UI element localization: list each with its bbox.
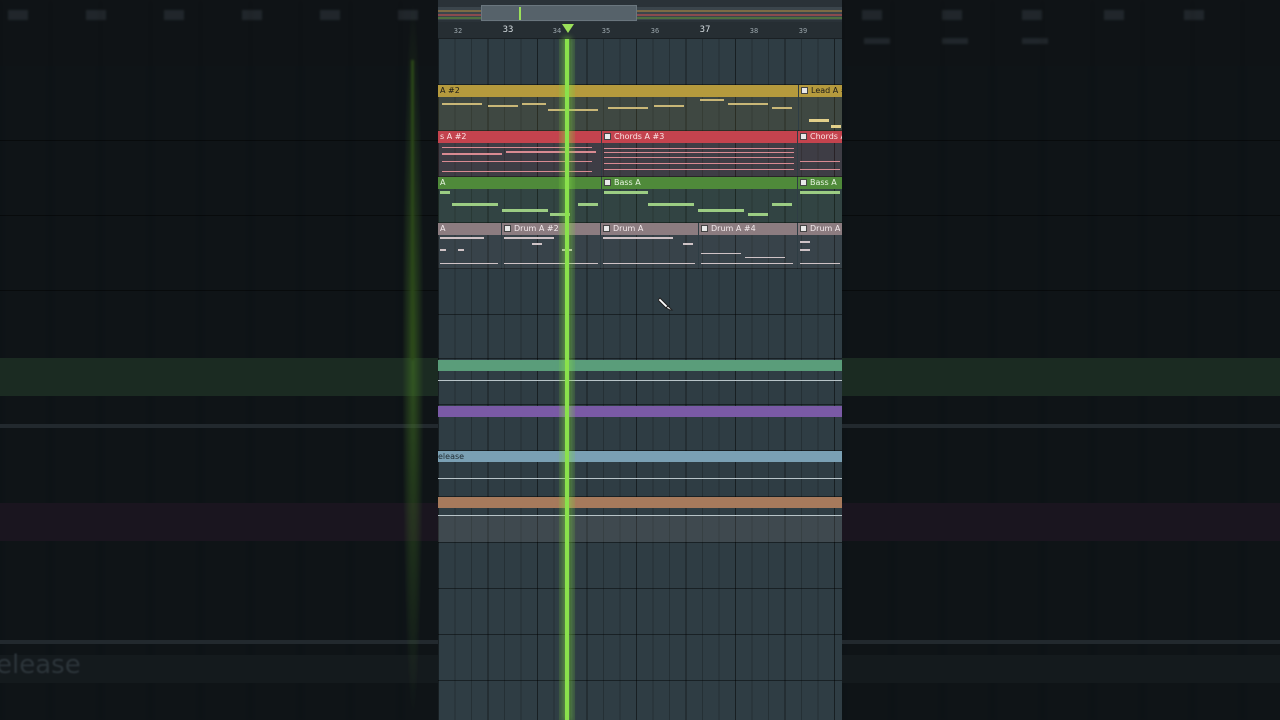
pattern-clip-icon bbox=[604, 179, 611, 186]
bar-number: 36 bbox=[650, 27, 660, 35]
clip-title: A bbox=[438, 223, 501, 235]
pencil-cursor-icon bbox=[658, 297, 674, 311]
timeline-ruler[interactable]: 32 33 34 35 36 37 38 39 bbox=[438, 22, 842, 39]
pattern-clip-lead[interactable]: Lead A # bbox=[799, 85, 842, 131]
clip-title: Drum A #4 bbox=[711, 224, 756, 233]
overview-playhead bbox=[519, 7, 521, 20]
pattern-clip-chords[interactable]: Chords A #3 bbox=[602, 131, 797, 177]
pattern-clip-drum[interactable]: Drum A bbox=[798, 223, 842, 269]
bar-number: 34 bbox=[552, 27, 562, 35]
clip-title: Lead A # bbox=[811, 86, 842, 95]
bar-number: 32 bbox=[453, 27, 463, 35]
playhead[interactable] bbox=[565, 39, 569, 720]
pattern-clip-icon bbox=[800, 225, 807, 232]
pattern-clip-bass[interactable]: Bass A bbox=[602, 177, 797, 223]
overview-view-window[interactable] bbox=[481, 5, 637, 21]
bar-number: 33 bbox=[502, 25, 514, 35]
automation-clip-release[interactable]: elease bbox=[438, 451, 842, 462]
bar-number: 35 bbox=[601, 27, 611, 35]
clip-title: Chords A bbox=[810, 132, 842, 141]
clip-title: Bass A bbox=[614, 178, 641, 187]
automation-clip-green[interactable] bbox=[438, 360, 842, 371]
clip-title: Drum A #2 bbox=[514, 224, 559, 233]
pattern-clip-drum[interactable]: Drum A #2 bbox=[502, 223, 600, 269]
clip-title: Chords A #3 bbox=[614, 132, 665, 141]
pattern-clip-chords[interactable]: Chords A bbox=[798, 131, 842, 177]
playlist-overview-scrollbar[interactable] bbox=[438, 0, 842, 22]
pattern-clip-bass[interactable]: Bass A bbox=[798, 177, 842, 223]
pattern-clip-icon bbox=[504, 225, 511, 232]
pattern-clip-chords[interactable]: s A #2 bbox=[438, 131, 601, 177]
bar-number: 37 bbox=[699, 25, 711, 35]
background-left: elease bbox=[0, 0, 438, 720]
clip-title: A bbox=[438, 177, 601, 189]
background-right bbox=[842, 0, 1280, 720]
clip-title: Drum A bbox=[613, 224, 644, 233]
bar-number: 38 bbox=[749, 27, 759, 35]
pattern-clip-bass[interactable]: A bbox=[438, 177, 601, 223]
clip-title: Bass A bbox=[810, 178, 837, 187]
bar-number: 39 bbox=[798, 27, 808, 35]
clip-title: Drum A bbox=[810, 224, 841, 233]
pattern-clip-drum[interactable]: Drum A bbox=[601, 223, 698, 269]
pattern-clip-icon bbox=[800, 179, 807, 186]
pattern-clip-icon bbox=[604, 133, 611, 140]
clip-title: s A #2 bbox=[438, 131, 601, 143]
pattern-clip-icon bbox=[701, 225, 708, 232]
song-position-marker-icon[interactable] bbox=[562, 24, 574, 33]
clip-title: A #2 bbox=[438, 85, 798, 97]
pattern-clip-drum[interactable]: A bbox=[438, 223, 501, 269]
playlist-window[interactable]: 32 33 34 35 36 37 38 39 A #2 Lead A s A … bbox=[438, 0, 842, 720]
pattern-clip-icon bbox=[603, 225, 610, 232]
automation-clip-purple[interactable] bbox=[438, 406, 842, 417]
pattern-clip-icon bbox=[800, 133, 807, 140]
automation-clip-orange[interactable] bbox=[438, 497, 842, 508]
automation-clip-label: elease bbox=[438, 452, 465, 461]
pattern-clip-icon bbox=[801, 87, 808, 94]
pattern-clip-lead[interactable]: A #2 bbox=[438, 85, 798, 131]
pattern-clip-drum[interactable]: Drum A #4 bbox=[699, 223, 797, 269]
